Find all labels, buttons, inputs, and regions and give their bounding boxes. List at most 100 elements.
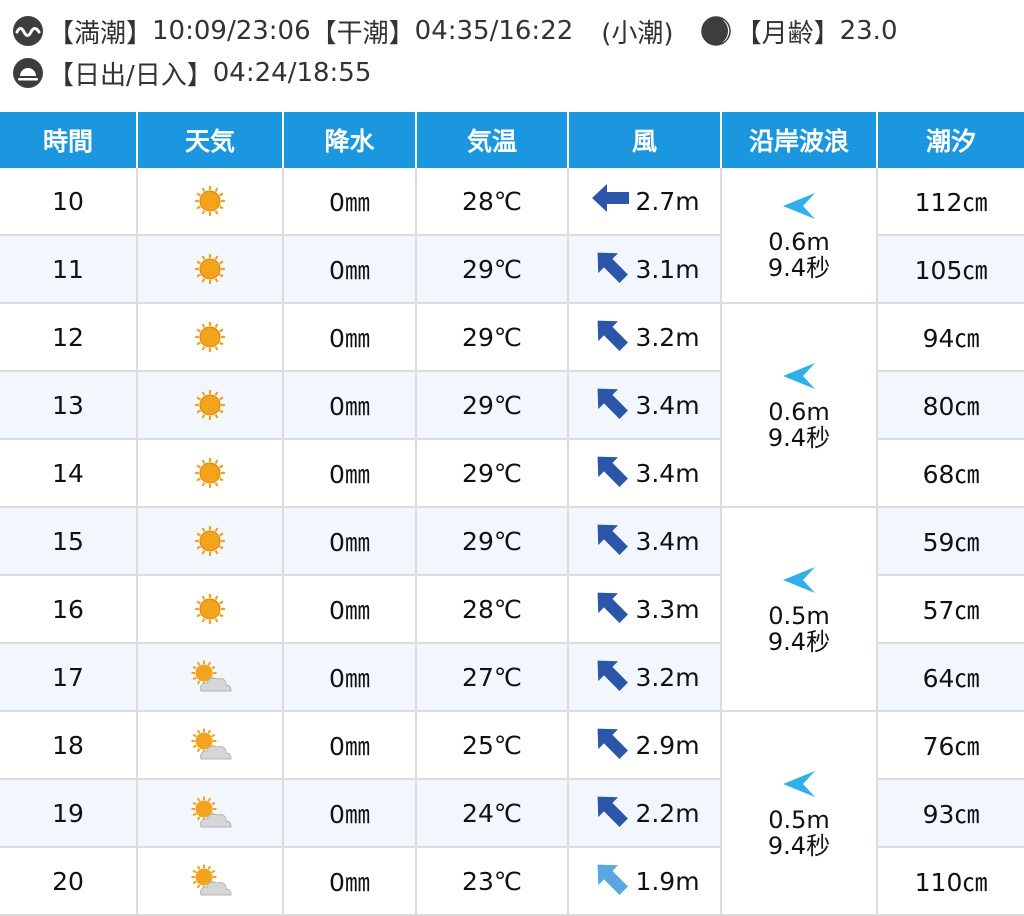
- sunny-cloudy-icon: [138, 793, 282, 833]
- temperature-cell: 29℃: [416, 439, 569, 508]
- wave-cell: 0.6m 9.4秒: [721, 168, 878, 304]
- tide-cell: 93㎝: [877, 779, 1024, 848]
- temperature-cell: 29℃: [416, 507, 569, 576]
- moon-age-label: 【月齢】: [735, 18, 840, 49]
- temperature-cell: 24℃: [416, 779, 569, 848]
- sunny-icon: [138, 317, 282, 357]
- header-temperature: 気温: [416, 112, 569, 168]
- sunny-cloudy-icon: [138, 725, 282, 765]
- wind-arrow-icon: [589, 448, 635, 498]
- wave-cell: 0.6m 9.4秒: [721, 303, 878, 508]
- sunrise-icon: [13, 58, 43, 88]
- tide-cell: 64㎝: [877, 643, 1024, 712]
- tide-high-times: 10:09/23:06: [152, 16, 311, 46]
- wind-speed: 3.1m: [635, 254, 700, 284]
- wave-height: 0.6m: [768, 398, 830, 426]
- wind-arrow-icon: [589, 788, 635, 838]
- tide-cell: 57㎝: [877, 575, 1024, 644]
- temperature-cell: 29℃: [416, 235, 569, 304]
- time-cell: 16: [0, 575, 138, 644]
- precipitation-cell: 0㎜: [283, 507, 417, 576]
- tide-high-label: 【満潮】: [48, 18, 153, 49]
- wave-height: 0.5m: [768, 602, 830, 630]
- wind-speed: 3.2m: [635, 322, 700, 352]
- sunny-icon: [138, 453, 282, 493]
- time-cell: 17: [0, 643, 138, 712]
- weather-cell: [137, 711, 284, 780]
- weather-cell: [137, 439, 284, 508]
- sunny-icon: [138, 249, 282, 289]
- tide-cell: 94㎝: [877, 303, 1024, 372]
- header-precipitation: 降水: [283, 112, 417, 168]
- temperature-cell: 28℃: [416, 575, 569, 644]
- wind-arrow-icon: [589, 856, 635, 906]
- tide-cell: 68㎝: [877, 439, 1024, 508]
- wind-arrow-icon: [589, 720, 635, 770]
- tide-cell: 105㎝: [877, 235, 1024, 304]
- weather-cell: [137, 575, 284, 644]
- weather-cell: [137, 779, 284, 848]
- wind-speed: 2.2m: [635, 798, 700, 828]
- wind-speed: 3.4m: [635, 526, 700, 556]
- sun-times: 04:24/18:55: [212, 58, 372, 88]
- precipitation-cell: 0㎜: [283, 439, 417, 508]
- table-row: 15 0㎜ 29℃ 3.4m 0.5m 9.4秒 59㎝: [0, 507, 1024, 712]
- weather-cell: [137, 303, 284, 372]
- wave-period: 9.4秒: [767, 254, 831, 282]
- wind-speed: 3.4m: [635, 458, 700, 488]
- moon-icon: [700, 16, 731, 46]
- temperature-cell: 27℃: [416, 643, 569, 712]
- wind-cell: 3.4m: [568, 507, 722, 576]
- wind-cell: 2.9m: [568, 711, 722, 780]
- temperature-cell: 29℃: [416, 303, 569, 372]
- header-wind: 風: [568, 112, 722, 168]
- tide-cell: 110㎝: [877, 847, 1024, 916]
- wave-period: 9.4秒: [767, 424, 831, 452]
- precipitation-cell: 0㎜: [283, 371, 417, 440]
- weather-cell: [137, 507, 284, 576]
- tide-low-times: 04:35/16:22: [414, 16, 574, 46]
- wave-period: 9.4秒: [767, 832, 831, 860]
- sunny-icon: [138, 385, 282, 425]
- wave-direction-icon: [722, 767, 876, 801]
- precipitation-cell: 0㎜: [283, 235, 417, 304]
- table-header: 時間 天気 降水 気温 風 沿岸波浪 潮汐: [0, 112, 1024, 168]
- wind-speed: 2.9m: [635, 730, 700, 760]
- wind-cell: 3.2m: [568, 303, 722, 372]
- time-cell: 19: [0, 779, 138, 848]
- tide-type: (小潮): [601, 18, 674, 49]
- tide-cell: 76㎝: [877, 711, 1024, 780]
- wind-arrow-icon: [589, 380, 635, 430]
- precipitation-cell: 0㎜: [283, 847, 417, 916]
- header-waves: 沿岸波浪: [721, 112, 878, 168]
- sunny-cloudy-icon: [138, 861, 282, 901]
- wave-period: 9.4秒: [767, 628, 831, 656]
- wind-cell: 3.4m: [568, 371, 722, 440]
- wind-arrow-icon: [589, 652, 635, 702]
- wave-direction-icon: [722, 563, 876, 597]
- precipitation-cell: 0㎜: [283, 779, 417, 848]
- temperature-cell: 28℃: [416, 168, 569, 236]
- weather-cell: [137, 371, 284, 440]
- time-cell: 18: [0, 711, 138, 780]
- time-cell: 20: [0, 847, 138, 916]
- wind-cell: 2.7m: [568, 168, 722, 236]
- wind-cell: 3.1m: [568, 235, 722, 304]
- table-row: 18 0㎜ 25℃ 2.9m 0.5m 9.4秒 76㎝: [0, 711, 1024, 916]
- wave-cell: 0.5m 9.4秒: [721, 507, 878, 712]
- wind-cell: 1.9m: [568, 847, 722, 916]
- header-weather: 天気: [137, 112, 284, 168]
- temperature-cell: 25℃: [416, 711, 569, 780]
- wave-direction-icon: [722, 189, 876, 223]
- sun-label: 【日出/日入】: [48, 60, 213, 91]
- weather-cell: [137, 168, 284, 236]
- table-row: 10 0㎜ 28℃ 2.7m 0.6m 9.4秒 112㎝: [0, 168, 1024, 304]
- tide-info: 【満潮】 10:09/23:06 【干潮】 04:35/16:22 (小潮) 【…: [12, 10, 1024, 94]
- wind-arrow-icon: [589, 312, 635, 362]
- wind-arrow-icon: [589, 244, 635, 294]
- temperature-cell: 23℃: [416, 847, 569, 916]
- weather-cell: [137, 643, 284, 712]
- precipitation-cell: 0㎜: [283, 711, 417, 780]
- forecast-table: 時間 天気 降水 気温 風 沿岸波浪 潮汐 10 0㎜ 28℃ 2.7m 0.6…: [0, 112, 1024, 916]
- wave-height: 0.6m: [768, 228, 830, 256]
